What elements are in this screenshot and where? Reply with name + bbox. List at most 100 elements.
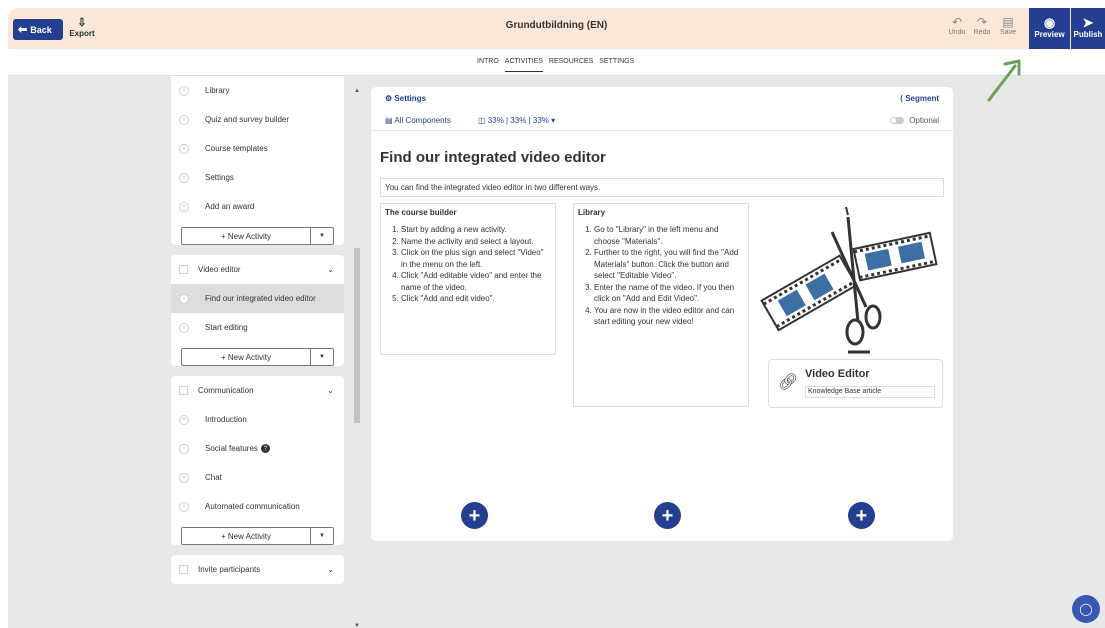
- tab-activities[interactable]: ACTIVITIES: [504, 58, 543, 72]
- step-dot-icon: +: [179, 143, 189, 154]
- columns-icon: ◫: [478, 116, 486, 125]
- video-editing-illustration[interactable]: [758, 206, 941, 357]
- page-title[interactable]: Find our integrated video editor: [380, 149, 606, 166]
- help-icon[interactable]: ?: [260, 444, 270, 453]
- tab-intro[interactable]: INTRO: [477, 58, 499, 72]
- settings-label: Settings: [394, 94, 426, 103]
- app-window: ⬅ Back ⇩ Export Grundutbildning (EN) ↶ U…: [8, 8, 1105, 628]
- knowledge-base-link-card[interactable]: 🔗︎ Video Editor Knowledge Base article: [768, 359, 943, 408]
- redo-button[interactable]: ↷ Redo: [969, 15, 995, 37]
- group-checkbox-icon: [179, 386, 188, 396]
- group-checkbox-icon: [179, 265, 188, 275]
- toggle-switch[interactable]: [890, 117, 905, 124]
- step-dot-icon: +: [179, 443, 189, 454]
- step-dot-icon: +: [179, 501, 189, 512]
- group-header-invite[interactable]: Invite participants ⌄: [171, 555, 344, 584]
- tab-settings[interactable]: SETTINGS: [599, 58, 634, 72]
- step-dot-icon: +: [179, 293, 189, 304]
- chevron-down-icon[interactable]: ▼: [311, 528, 333, 544]
- link-icon: 🔗︎: [778, 374, 799, 391]
- clipboard-icon: ▤: [385, 116, 393, 125]
- chevron-down-icon[interactable]: ▼: [311, 228, 333, 244]
- list-item: Further to the right, you will find the …: [594, 247, 744, 282]
- scrollbar-thumb[interactable]: [354, 248, 360, 423]
- layout-selector[interactable]: ◫ 33% | 33% | 33% ▾: [478, 116, 555, 125]
- step-dot-icon: +: [179, 114, 189, 125]
- list-item: Click on the plus sign and select "Video…: [401, 247, 551, 270]
- undo-button[interactable]: ↶ Undo: [944, 15, 970, 37]
- sidebar-item-label: Add an award: [205, 202, 255, 211]
- tab-resources[interactable]: RESOURCES: [549, 58, 593, 72]
- preview-button[interactable]: ◉ Preview: [1029, 8, 1070, 49]
- all-components-button[interactable]: ▤ All Components: [385, 116, 451, 125]
- sidebar-item-label: Automated communication: [205, 502, 300, 511]
- sidebar-item-social-features[interactable]: + Social features?: [171, 434, 344, 463]
- add-component-button-col1[interactable]: +: [461, 502, 488, 529]
- step-dot-icon: +: [179, 472, 189, 483]
- group-title: Invite participants: [198, 564, 261, 574]
- plus-icon: +: [468, 504, 481, 527]
- undo-label: Undo: [948, 29, 966, 36]
- sidebar-item-introduction[interactable]: + Introduction: [171, 405, 344, 434]
- new-activity-button[interactable]: + New Activity ▼: [181, 348, 334, 366]
- sidebar-item-library[interactable]: + Library: [171, 76, 344, 105]
- undo-icon: ↶: [951, 15, 963, 29]
- link-card-subtitle: Knowledge Base article: [805, 386, 935, 398]
- new-activity-button[interactable]: + New Activity ▼: [181, 227, 334, 245]
- link-card-title: Video Editor: [805, 368, 870, 380]
- add-component-button-col3[interactable]: +: [848, 502, 875, 529]
- activity-canvas: ⚙ Settings ⟨ Segment ▤ All Components ◫ …: [371, 87, 953, 541]
- sidebar-item-label: Start editing: [205, 323, 248, 332]
- scroll-down-icon[interactable]: ▼: [354, 623, 360, 628]
- sidebar-item-add-award[interactable]: + Add an award: [171, 192, 344, 221]
- chevron-down-icon[interactable]: ⌄: [327, 565, 334, 574]
- chevron-down-icon[interactable]: ⌄: [327, 386, 334, 395]
- list-item: Start by adding a new activity.: [401, 224, 551, 236]
- optional-toggle[interactable]: Optional: [890, 116, 939, 125]
- chevron-down-icon[interactable]: ⌄: [327, 265, 334, 274]
- text-column-library[interactable]: Library Go to "Library" in the left menu…: [573, 203, 749, 407]
- sidebar-item-label: Library: [205, 86, 230, 95]
- list-item: Click "Add and edit video".: [401, 293, 551, 305]
- save-icon: ▤: [1002, 15, 1014, 29]
- publish-button[interactable]: ➤ Publish: [1071, 8, 1105, 49]
- save-button[interactable]: ▤ Save: [995, 15, 1021, 37]
- redo-icon: ↷: [976, 15, 988, 29]
- new-activity-button[interactable]: + New Activity ▼: [181, 527, 334, 545]
- segment-link[interactable]: ⟨ Segment: [900, 94, 939, 103]
- list-item: You are now in the video editor and can …: [594, 305, 744, 328]
- sidebar-item-label: Find our integrated video editor: [205, 294, 316, 303]
- film-scissors-image: [760, 206, 938, 354]
- tabs: INTRO ACTIVITIES RESOURCES SETTINGS: [477, 58, 634, 72]
- list-item: Click "Add editable video" and enter the…: [401, 270, 551, 293]
- sidebar-scrollbar[interactable]: ▲ ▼: [354, 88, 360, 628]
- save-label: Save: [1000, 29, 1016, 36]
- redo-label: Redo: [973, 29, 991, 36]
- intro-text-block[interactable]: You can find the integrated video editor…: [380, 178, 944, 197]
- plus-icon: +: [855, 504, 868, 527]
- top-bar: ⬅ Back ⇩ Export Grundutbildning (EN) ↶ U…: [8, 8, 1105, 49]
- annotation-arrow-icon: [987, 59, 1021, 102]
- component-toolbar: ▤ All Components ◫ 33% | 33% | 33% ▾ Opt…: [371, 111, 953, 131]
- caret-down-icon: ▾: [551, 116, 556, 125]
- sidebar-item-settings[interactable]: + Settings: [171, 163, 344, 192]
- sidebar-item-course-templates[interactable]: + Course templates: [171, 134, 344, 163]
- settings-link[interactable]: ⚙ Settings: [385, 94, 426, 103]
- sidebar-item-automated-communication[interactable]: + Automated communication: [171, 492, 344, 521]
- add-component-button-col2[interactable]: +: [654, 502, 681, 529]
- activity-sidebar: + Library + Quiz and survey builder + Cours…: [171, 76, 344, 628]
- segment-icon: ⟨: [899, 94, 903, 103]
- scroll-up-icon[interactable]: ▲: [354, 88, 360, 94]
- group-header-video-editor[interactable]: Video editor ⌄: [171, 255, 344, 284]
- sidebar-item-quiz-builder[interactable]: + Quiz and survey builder: [171, 105, 344, 134]
- text-column-course-builder[interactable]: The course builder Start by adding a new…: [380, 203, 556, 355]
- new-activity-label: + New Activity: [182, 349, 311, 365]
- group-header-communication[interactable]: Communication ⌄: [171, 376, 344, 405]
- sidebar-item-chat[interactable]: + Chat: [171, 463, 344, 492]
- chat-button[interactable]: ◯: [1072, 595, 1100, 623]
- chevron-down-icon[interactable]: ▼: [311, 349, 333, 365]
- step-dot-icon: +: [179, 322, 189, 333]
- sidebar-item-label: Introduction: [205, 415, 247, 424]
- sidebar-item-find-video-editor[interactable]: + Find our integrated video editor: [171, 284, 344, 313]
- sidebar-item-start-editing[interactable]: + Start editing: [171, 313, 344, 342]
